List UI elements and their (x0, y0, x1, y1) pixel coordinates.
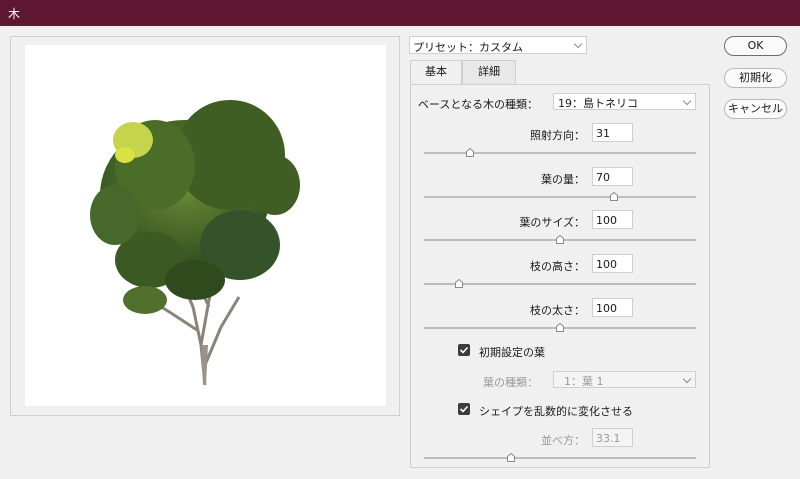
tree-preview (25, 45, 386, 406)
branch-height-label: 枝の高さ： (530, 260, 585, 273)
branch-thickness-input[interactable]: 100 (592, 298, 633, 317)
leaf-size-label: 葉のサイズ： (519, 216, 585, 229)
randomize-shape-checkbox[interactable] (458, 403, 470, 415)
light-direction-value: 31 (596, 127, 610, 140)
arrangement-slider[interactable] (424, 453, 696, 464)
base-tree-dropdown[interactable]: 19：島トネリコ (553, 93, 696, 110)
branch-thickness-label: 枝の太さ： (530, 304, 585, 317)
branch-height-input[interactable]: 100 (592, 254, 633, 273)
branch-thickness-slider[interactable] (424, 323, 696, 334)
base-tree-value: 19：島トネリコ (558, 97, 638, 110)
title-bar: 木 (0, 0, 800, 26)
leaf-type-dropdown[interactable]: 1：葉 1 (553, 371, 696, 388)
light-direction-label: 照射方向： (530, 129, 585, 142)
arrangement-label: 並べ方： (541, 434, 585, 447)
leaf-type-label: 葉の種類： (483, 376, 538, 389)
slider-thumb[interactable] (556, 235, 564, 244)
leaf-size-slider[interactable] (424, 235, 696, 246)
reset-button[interactable]: 初期化 (724, 68, 787, 88)
preset-value: プリセット：カスタム (413, 41, 523, 54)
tab-basic[interactable]: 基本 (410, 60, 462, 85)
chevron-down-icon (682, 374, 692, 384)
slider-thumb[interactable] (610, 192, 619, 201)
chevron-down-icon (682, 96, 692, 106)
cancel-button[interactable]: キャンセル (724, 99, 787, 119)
checkmark-icon (459, 346, 469, 354)
base-tree-label: ベースとなる木の種類： (417, 98, 538, 111)
window-title: 木 (8, 7, 21, 21)
randomize-shape-label: シェイプを乱数的に変化させる (479, 405, 633, 418)
leaf-amount-slider[interactable] (424, 192, 696, 203)
branch-height-value: 100 (596, 258, 617, 271)
arrangement-value: 33.1 (596, 432, 621, 445)
branch-height-slider[interactable] (424, 279, 696, 290)
checkmark-icon (459, 405, 469, 413)
leaf-amount-input[interactable]: 70 (592, 167, 633, 186)
slider-thumb[interactable] (556, 323, 564, 332)
leaf-type-value: 1：葉 1 (564, 375, 604, 388)
leaf-amount-label: 葉の量： (541, 173, 585, 186)
tree-illustration (90, 100, 300, 386)
preset-dropdown[interactable]: プリセット：カスタム (409, 36, 587, 54)
leaf-size-input[interactable]: 100 (592, 210, 633, 229)
tab-detail[interactable]: 詳細 (462, 60, 516, 84)
light-direction-slider[interactable] (424, 148, 696, 159)
default-leaves-label: 初期設定の葉 (479, 346, 545, 359)
arrangement-input[interactable]: 33.1 (592, 428, 633, 447)
tab-bar: 基本 詳細 (410, 60, 710, 85)
slider-thumb[interactable] (466, 148, 475, 157)
leaf-size-value: 100 (596, 214, 617, 227)
slider-thumb[interactable] (507, 453, 516, 462)
slider-thumb[interactable] (455, 279, 464, 288)
ok-button[interactable]: OK (724, 36, 787, 56)
branch-thickness-value: 100 (596, 302, 617, 315)
default-leaves-checkbox[interactable] (458, 344, 470, 356)
chevron-down-icon (573, 39, 583, 49)
light-direction-input[interactable]: 31 (592, 123, 633, 142)
leaf-amount-value: 70 (596, 171, 610, 184)
